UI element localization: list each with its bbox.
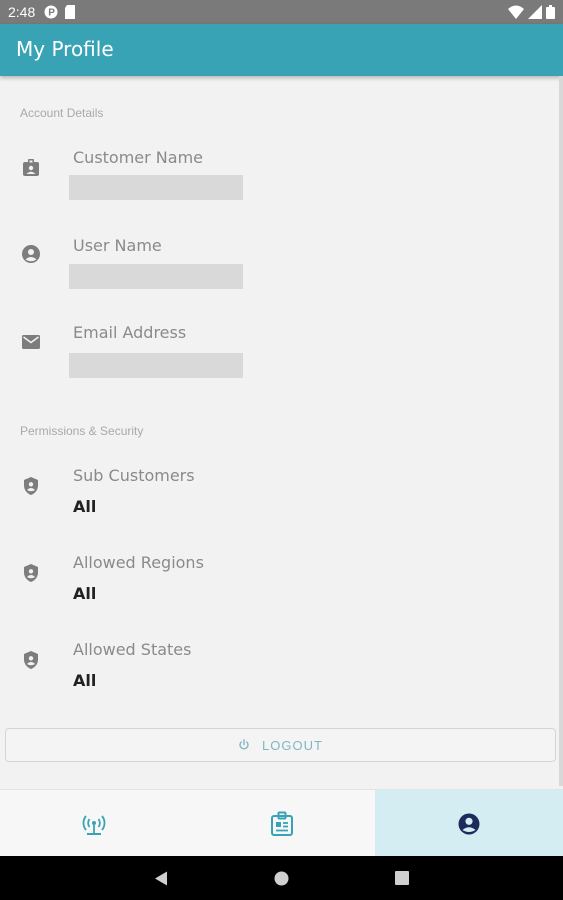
notification-p-icon: P [44,5,58,19]
power-icon [239,739,249,750]
nav-tab-badge[interactable] [188,790,376,857]
status-time: 2:48 [8,4,36,20]
user-name-value [69,264,243,289]
battery-icon [546,5,555,19]
app-bar: My Profile [0,24,563,76]
status-notification-icons: P [44,5,76,19]
account-circle-icon [22,245,40,263]
sub-customers-label: Sub Customers [73,466,195,485]
wifi-icon [508,5,524,19]
email-address-label: Email Address [73,323,187,342]
sub-customers-value: All [73,497,97,516]
allowed-states-label: Allowed States [73,640,192,659]
system-navigation-bar [0,856,563,900]
home-icon[interactable] [274,871,289,886]
signal-icon [528,5,542,19]
user-name-label: User Name [73,236,162,255]
account-details-header: Account Details [20,106,104,120]
shield-icon [24,564,38,582]
status-bar: 2:48 P [0,0,563,24]
logout-label: LOGOUT [262,737,323,753]
bottom-navigation [0,789,563,857]
shield-icon [24,651,38,669]
logout-button[interactable]: LOGOUT [5,728,556,762]
status-system-icons [508,5,555,19]
mail-icon [22,335,40,349]
svg-text:P: P [48,8,55,19]
customer-name-label: Customer Name [73,148,204,167]
permissions-security-header: Permissions & Security [20,424,144,438]
sd-card-icon [65,5,75,19]
account-circle-icon [458,813,480,834]
badge-icon [23,159,39,176]
antenna-icon [82,814,106,835]
nav-tab-sites[interactable] [0,790,188,857]
shield-icon [24,477,38,495]
id-badge-icon [270,811,293,836]
allowed-regions-value: All [73,584,97,603]
email-address-value [69,353,243,378]
back-icon[interactable] [154,871,168,886]
customer-name-value [69,175,243,200]
recents-icon[interactable] [395,871,409,885]
page-title: My Profile [16,37,114,61]
allowed-regions-label: Allowed Regions [73,553,204,572]
scrollbar[interactable] [559,76,563,786]
nav-tab-profile[interactable] [375,790,563,857]
allowed-states-value: All [73,671,97,690]
